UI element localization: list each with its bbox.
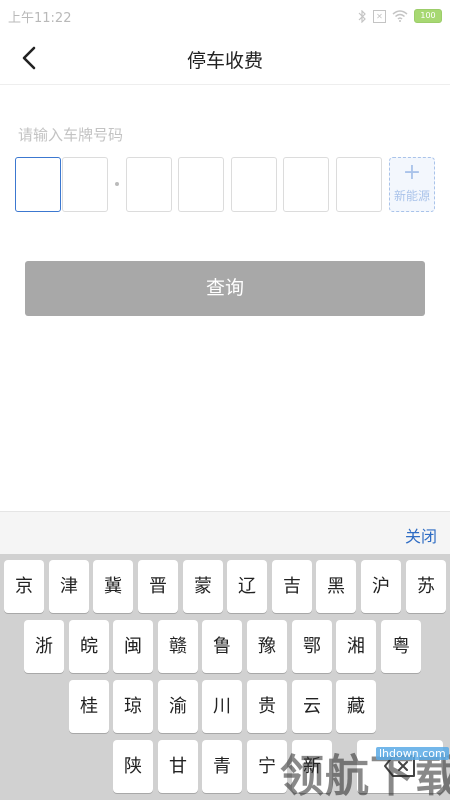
key-province[interactable]: 津 <box>49 560 89 613</box>
key-province[interactable]: 鲁 <box>202 620 242 673</box>
plate-char-7[interactable] <box>336 157 382 212</box>
key-province[interactable]: 蒙 <box>183 560 223 613</box>
key-province[interactable]: 沪 <box>361 560 401 613</box>
key-province[interactable]: 青 <box>202 740 242 793</box>
key-province[interactable]: 湘 <box>336 620 376 673</box>
key-province[interactable]: 辽 <box>227 560 267 613</box>
wifi-icon <box>392 10 408 22</box>
plate-char-6[interactable] <box>283 157 329 212</box>
key-province[interactable]: 桂 <box>69 680 109 733</box>
query-button[interactable]: 查询 <box>25 261 425 316</box>
key-province[interactable]: 琼 <box>113 680 153 733</box>
key-province[interactable]: 皖 <box>69 620 109 673</box>
key-province[interactable]: 贵 <box>247 680 287 733</box>
key-province[interactable]: 云 <box>292 680 332 733</box>
watermark-url: lhdown.com <box>376 747 449 760</box>
key-province[interactable]: 京 <box>4 560 44 613</box>
new-energy-button[interactable]: + 新能源 <box>389 157 435 212</box>
key-province[interactable]: 闽 <box>113 620 153 673</box>
sim-icon: ✕ <box>373 9 386 23</box>
key-province[interactable]: 浙 <box>24 620 64 673</box>
plate-separator-dot <box>115 182 119 186</box>
key-province[interactable]: 粤 <box>381 620 421 673</box>
new-energy-label: 新能源 <box>393 189 430 203</box>
plate-char-2[interactable] <box>62 157 108 212</box>
bluetooth-icon <box>358 9 366 23</box>
key-province[interactable]: 甘 <box>158 740 198 793</box>
page-title: 停车收费 <box>186 50 263 72</box>
key-province[interactable]: 藏 <box>336 680 376 733</box>
plus-icon: + <box>402 160 422 185</box>
plate-char-3[interactable] <box>126 157 172 212</box>
key-province[interactable]: 豫 <box>247 620 287 673</box>
watermark: 领航下载 lhdown.com <box>280 738 450 800</box>
key-province[interactable]: 冀 <box>93 560 133 613</box>
keyboard-close-button[interactable]: 关闭 <box>405 523 437 547</box>
status-time: 上午11:22 <box>8 10 72 26</box>
key-province[interactable]: 鄂 <box>292 620 332 673</box>
plate-char-1[interactable] <box>15 157 61 212</box>
plate-input-label: 请输入车牌号码 <box>18 126 124 144</box>
key-province[interactable]: 苏 <box>406 560 446 613</box>
key-province[interactable]: 吉 <box>272 560 312 613</box>
key-province[interactable]: 川 <box>202 680 242 733</box>
plate-char-4[interactable] <box>178 157 224 212</box>
key-province[interactable]: 黑 <box>316 560 356 613</box>
status-icons: ✕ 100 <box>357 9 442 23</box>
nav-bar: 停车收费 <box>0 32 450 85</box>
screen: 上午11:22 ✕ 100 停车收费 请输入车牌号码 + 新能源 查询 关闭 京… <box>0 0 450 800</box>
key-province[interactable]: 渝 <box>158 680 198 733</box>
key-province[interactable]: 赣 <box>158 620 198 673</box>
status-bar: 上午11:22 ✕ 100 <box>0 0 450 32</box>
key-province[interactable]: 晋 <box>138 560 178 613</box>
key-province[interactable]: 陕 <box>113 740 153 793</box>
keyboard-header: 关闭 <box>0 511 450 555</box>
plate-char-5[interactable] <box>231 157 277 212</box>
battery-icon: 100 <box>414 9 442 23</box>
